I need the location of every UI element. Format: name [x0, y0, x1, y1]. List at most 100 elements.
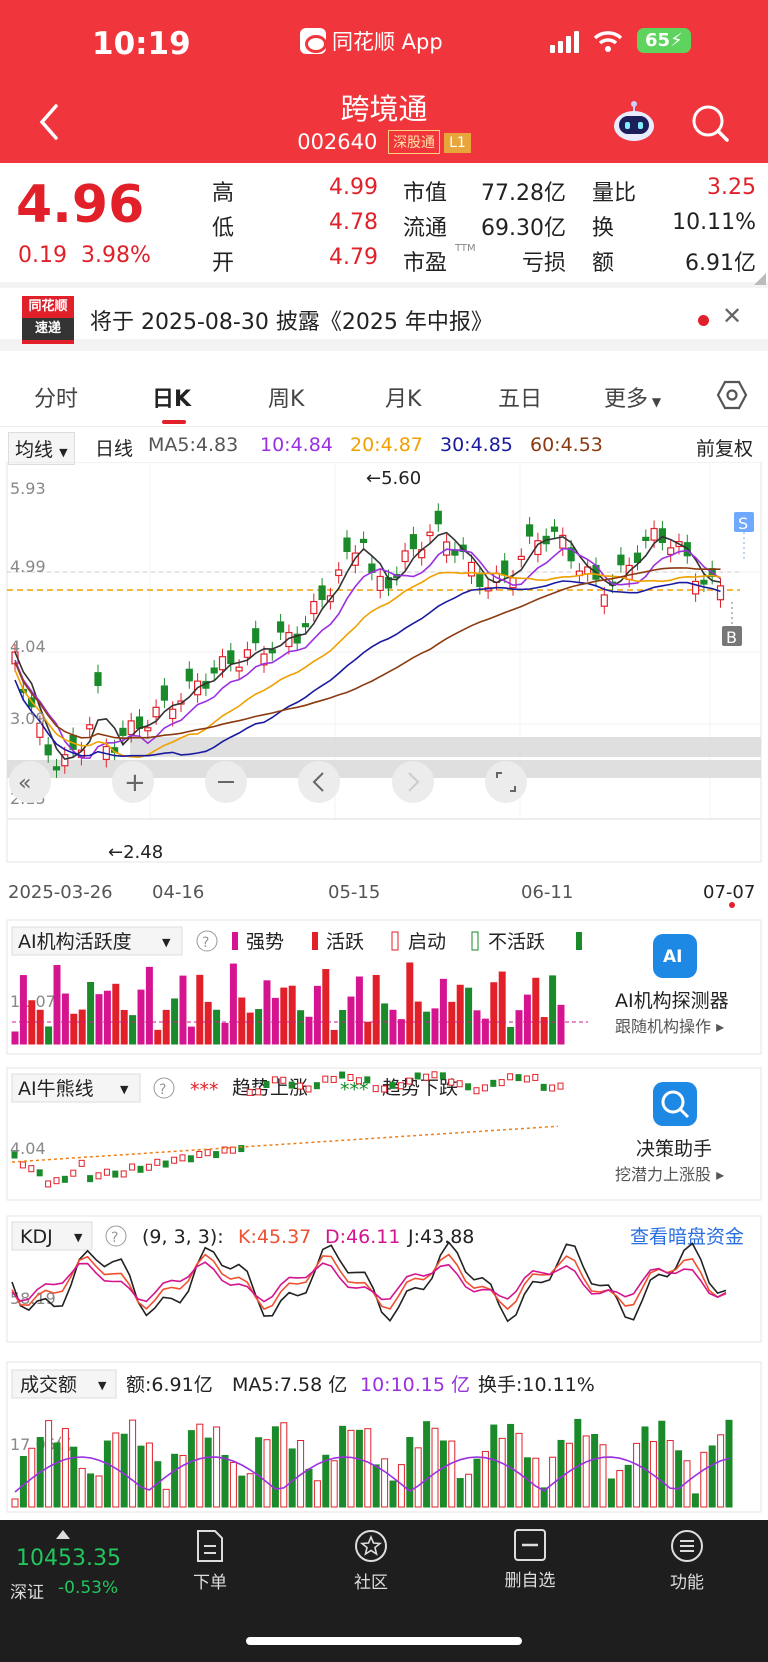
volume-bar — [633, 1442, 641, 1508]
chevron-down-icon: ▼ — [120, 1083, 129, 1096]
change-value: 0.19 — [18, 243, 67, 268]
bull-candle — [532, 1073, 539, 1081]
notice-bar[interactable]: 同花顺 速递 将于 2025-08-30 披露《2025 年中报》 ✕ — [0, 288, 768, 351]
bull-candle — [129, 1163, 136, 1171]
tab-more[interactable]: 更多 ▼ — [604, 381, 661, 413]
volume-bar — [532, 1457, 540, 1508]
candle-body — [517, 555, 525, 560]
dark-pool-link[interactable]: 查看暗盘资金 — [630, 1226, 744, 1248]
ma30-value: 30:4.85 — [440, 434, 513, 456]
nav-remove-watchlist[interactable]: 删自选 — [485, 1528, 575, 1591]
index-change: -0.53% — [58, 1578, 119, 1598]
bull-candle — [448, 1078, 455, 1086]
kdj-d: D:46.11 — [325, 1226, 400, 1248]
pan-right-icon[interactable] — [392, 761, 434, 803]
candle-body — [691, 580, 700, 595]
ma-line — [14, 531, 721, 760]
menu-icon — [671, 1530, 703, 1562]
bull-candle — [19, 1161, 26, 1169]
candle-body — [152, 706, 160, 718]
volume-bar — [229, 1461, 237, 1508]
tab-daily-k[interactable]: 日K — [152, 381, 191, 413]
kdj-lines — [11, 1241, 727, 1323]
date-tick: 2025-03-26 — [8, 882, 113, 903]
activity-bar — [179, 975, 187, 1045]
status-app-indicator[interactable]: 同花顺 App — [300, 26, 443, 56]
bull-candle — [70, 1169, 77, 1177]
settings-hexagon-icon[interactable] — [716, 379, 748, 411]
bull-candle — [339, 1071, 346, 1079]
tab-intraday[interactable]: 分时 — [34, 381, 78, 413]
candle-body — [318, 585, 326, 601]
y-tick: 5.93 — [10, 479, 46, 498]
volume-bar — [423, 1421, 431, 1508]
volume-bar — [137, 1445, 145, 1508]
ai-detector-title: AI机构探测器 — [615, 990, 729, 1012]
signal-icon — [550, 29, 579, 53]
ai-active-select-label: AI机构活跃度 — [18, 931, 132, 953]
volume-bar — [439, 1440, 447, 1508]
nav-functions[interactable]: 功能 — [642, 1528, 732, 1593]
quote-label: 量比 — [592, 181, 637, 206]
candle-body — [277, 621, 285, 633]
expand-corner-icon[interactable] — [754, 273, 766, 285]
indicator-select[interactable]: 均线 ▼ — [8, 432, 75, 465]
tab-weekly-k[interactable]: 周K — [268, 381, 304, 413]
activity-bar — [221, 1022, 229, 1045]
tab-five-day[interactable]: 五日 — [498, 381, 542, 413]
activity-bar — [154, 1029, 162, 1045]
tab-monthly-k[interactable]: 月K — [385, 381, 421, 413]
home-indicator[interactable] — [246, 1637, 522, 1645]
zoom-out-glyph — [218, 781, 234, 783]
activity-bar — [137, 989, 145, 1045]
robot-assistant-icon[interactable] — [612, 100, 656, 144]
volume-bars — [11, 1418, 733, 1508]
kline-chart[interactable]: 5.93 4.99 4.04 3.09 2.15 ←5.60 ←2.48 S B… — [0, 462, 768, 1520]
bull-candle — [305, 1085, 312, 1093]
bull-candle — [414, 1072, 421, 1080]
close-icon[interactable]: ✕ — [722, 302, 742, 330]
index-value[interactable]: 10453.35 — [16, 1546, 121, 1571]
activity-bar — [557, 1004, 565, 1045]
quote-value: 10.11% — [672, 210, 756, 235]
nav-community[interactable]: 社区 — [326, 1528, 416, 1593]
activity-bar — [423, 1011, 431, 1045]
volume-bar — [78, 1467, 86, 1508]
volume-amount: 额:6.91亿 — [126, 1374, 213, 1396]
volume-bar — [45, 1420, 53, 1508]
ai-detector-subtitle: 跟随机构操作 ▸ — [615, 1017, 724, 1036]
search-icon[interactable] — [690, 103, 730, 143]
expand-up-icon[interactable] — [56, 1530, 70, 1539]
volume-bar — [204, 1437, 212, 1508]
volume-bar — [658, 1420, 666, 1508]
ma-legend: 均线 ▼ 日线 MA5:4.83 10:4.84 20:4.87 30:4.85… — [0, 428, 768, 465]
pan-left-icon[interactable] — [298, 761, 340, 803]
trend-up-stars: *** — [190, 1079, 219, 1101]
activity-bar — [389, 1009, 397, 1045]
fullscreen-icon[interactable] — [485, 761, 527, 803]
unread-dot — [698, 315, 709, 326]
legend-swatch — [391, 931, 399, 951]
quote-value: 4.79 — [329, 245, 378, 270]
candle-body — [335, 569, 343, 577]
volume-bar — [456, 1478, 464, 1508]
nav-order[interactable]: 下单 — [165, 1528, 255, 1593]
candle-body — [235, 666, 243, 672]
legend-swatch — [312, 932, 318, 950]
volume-bar — [381, 1458, 389, 1508]
activity-bar — [448, 1001, 456, 1045]
chevron-down-icon: ▼ — [648, 395, 662, 409]
adjust-mode[interactable]: 前复权 — [696, 434, 753, 461]
bull-candle — [179, 1154, 186, 1162]
volume-bar — [263, 1439, 271, 1508]
volume-bar — [448, 1440, 456, 1508]
volume-bar — [129, 1419, 137, 1508]
volume-bar — [700, 1451, 708, 1508]
volume-bar — [364, 1428, 372, 1508]
candle-body — [119, 727, 127, 736]
activity-bar — [288, 985, 296, 1045]
bull-candle — [364, 1076, 371, 1084]
volume-bar — [473, 1458, 481, 1508]
bull-candle — [507, 1073, 514, 1081]
community-icon — [355, 1530, 387, 1562]
